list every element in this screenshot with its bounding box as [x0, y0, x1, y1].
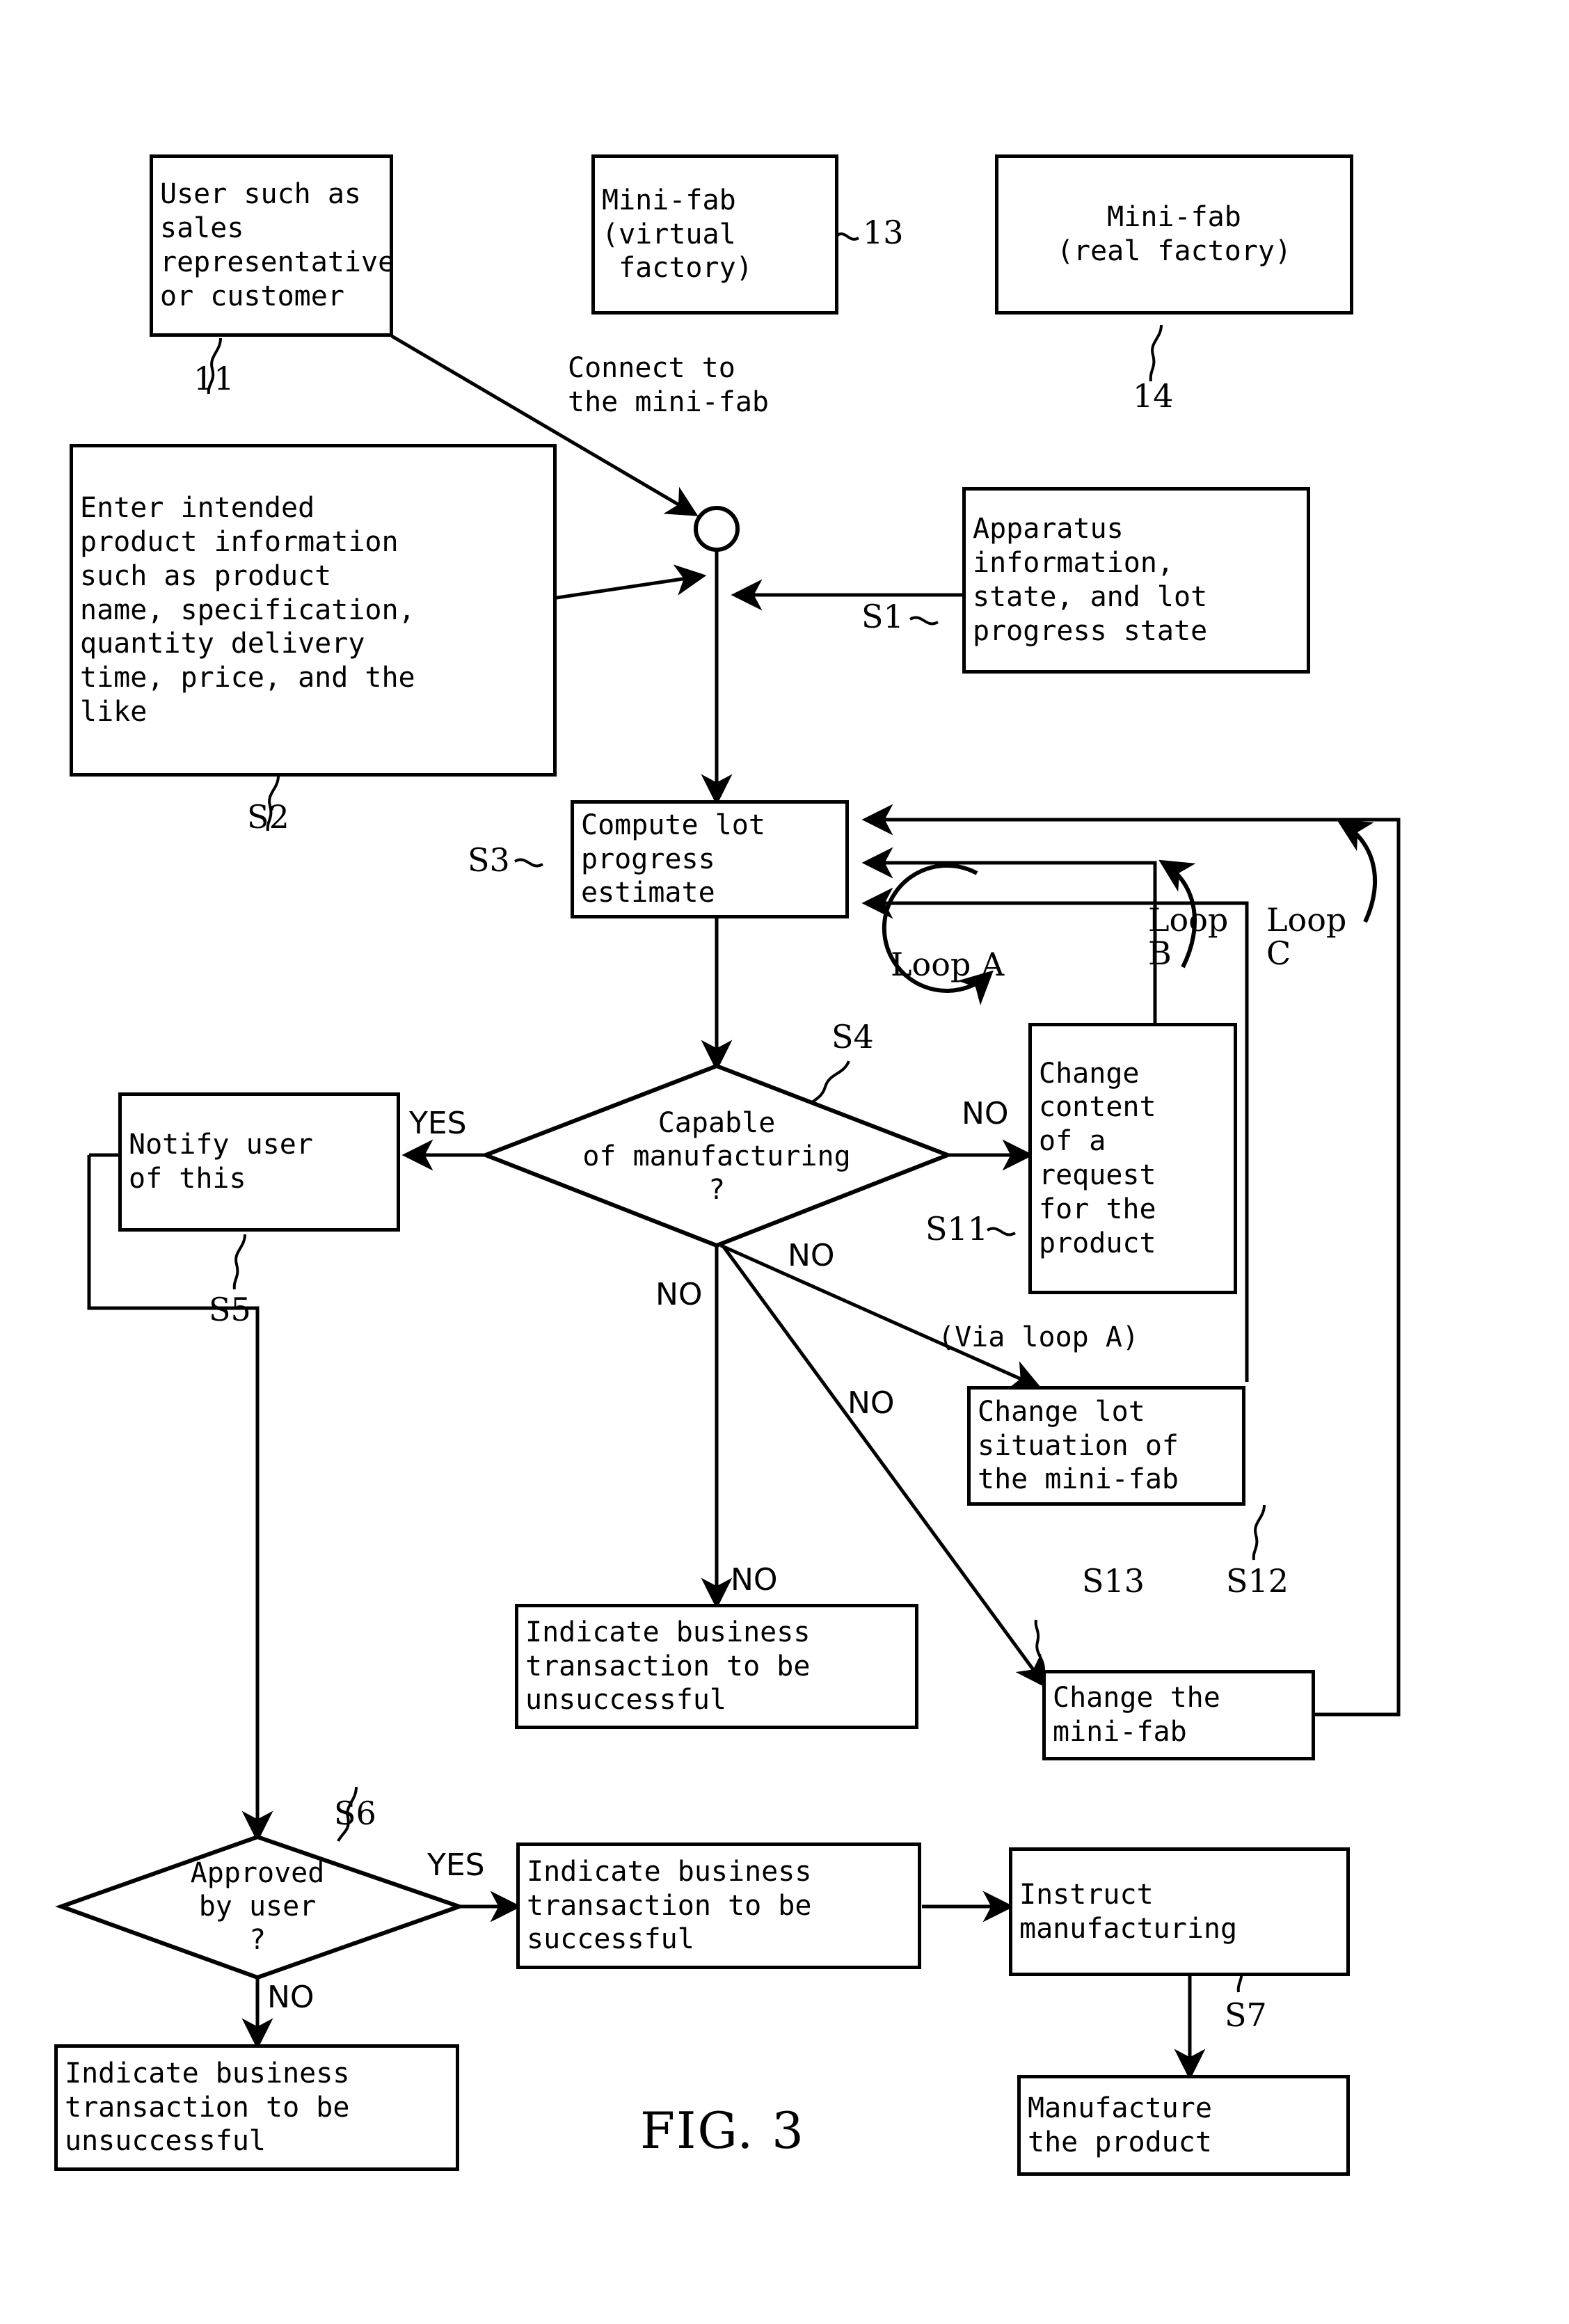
edge-label-no-capable-diag2: NO	[847, 1385, 895, 1421]
figure-canvas: User such as sales representative or cus…	[0, 0, 1569, 2324]
node-enter-info: Enter intended product information such …	[70, 444, 557, 777]
node-change-lot-situation: Change lot situation of the mini-fab	[967, 1386, 1245, 1506]
ref-label-s5: S5	[209, 1291, 251, 1328]
figure-caption: FIG. 3	[640, 2101, 805, 2160]
node-change-request: Change content of a request for the prod…	[1028, 1023, 1237, 1294]
node-notify-user: Notify user of this	[118, 1092, 400, 1232]
edge-label-no-capable-right: NO	[962, 1096, 1009, 1131]
ref-label-s2: S2	[247, 798, 289, 836]
node-user-text: User such as sales representative or cus…	[160, 178, 395, 312]
node-capable-text: Capable of manufacturing ?	[582, 1107, 851, 1206]
edge-label-no-capable-left: NO	[655, 1277, 703, 1312]
node-unsuccessful-mid-text: Indicate business transaction to be unsu…	[525, 1616, 811, 1717]
node-minifab-real-text: Mini-fab (real factory)	[1056, 201, 1292, 267]
node-change-lot-situation-text: Change lot situation of the mini-fab	[978, 1395, 1179, 1496]
node-change-minifab-text: Change the mini-fab	[1053, 1682, 1220, 1748]
annotation-loop-b: Loop B	[1148, 901, 1229, 973]
edge-label-no-approved: NO	[267, 1980, 314, 2015]
node-approved-text: Approved by user ?	[190, 1857, 325, 1956]
node-instruct-manufacturing: Instruct manufacturing	[1009, 1847, 1350, 1976]
ref-label-14: 14	[1133, 377, 1174, 415]
node-change-request-text: Change content of a request for the prod…	[1039, 1057, 1156, 1259]
node-notify-user-text: Notify user of this	[129, 1129, 313, 1195]
edge-label-yes-capable: YES	[409, 1106, 467, 1141]
ref-label-s7: S7	[1225, 1996, 1267, 2034]
ref-label-13: 13	[863, 214, 904, 251]
annotation-loop-a: Loop A	[891, 946, 1005, 983]
node-instruct-manufacturing-text: Instruct manufacturing	[1019, 1878, 1238, 1945]
ref-label-s13: S13	[1082, 1562, 1145, 1600]
edge-label-yes-approved: YES	[427, 1847, 485, 1883]
node-compute-lot-text: Compute lot progress estimate	[581, 809, 765, 909]
ref-label-s12: S12	[1226, 1562, 1289, 1600]
node-successful-text: Indicate business transaction to be succ…	[527, 1855, 812, 1956]
node-unsuccessful-bottom: Indicate business transaction to be unsu…	[54, 2044, 459, 2171]
ref-label-s11: S11	[925, 1210, 989, 1248]
annotation-via-loop-a: (Via loop A)	[938, 1321, 1139, 1353]
annotation-loop-c: Loop C	[1266, 901, 1347, 973]
node-change-minifab: Change the mini-fab	[1042, 1670, 1315, 1760]
node-unsuccessful-bottom-text: Indicate business transaction to be unsu…	[65, 2057, 350, 2158]
node-manufacture-text: Manufacture the product	[1028, 2092, 1212, 2158]
node-manufacture: Manufacture the product	[1017, 2075, 1350, 2176]
ref-label-s3: S3	[468, 841, 510, 879]
node-enter-info-text: Enter intended product information such …	[80, 492, 415, 728]
node-minifab-real: Mini-fab (real factory)	[995, 154, 1353, 315]
node-minifab-virtual-text: Mini-fab (virtual factory)	[602, 184, 753, 285]
node-apparatus-info-text: Apparatus information, state, and lot pr…	[973, 513, 1208, 647]
edge-label-no-capable-diag1: NO	[788, 1238, 835, 1273]
ref-label-11: 11	[193, 360, 234, 397]
ref-label-s6: S6	[334, 1794, 376, 1832]
node-unsuccessful-mid: Indicate business transaction to be unsu…	[515, 1604, 918, 1729]
ref-label-s4: S4	[831, 1018, 874, 1056]
node-apparatus-info: Apparatus information, state, and lot pr…	[962, 487, 1310, 674]
node-compute-lot: Compute lot progress estimate	[571, 800, 849, 918]
edge-label-no-capable-down: NO	[731, 1562, 778, 1598]
node-successful: Indicate business transaction to be succ…	[516, 1843, 921, 1969]
annotation-connect-to-minifab: Connect to the mini-fab	[568, 352, 769, 418]
node-minifab-virtual: Mini-fab (virtual factory)	[591, 154, 838, 315]
node-user: User such as sales representative or cus…	[150, 154, 395, 337]
ref-label-s1: S1	[861, 598, 904, 635]
